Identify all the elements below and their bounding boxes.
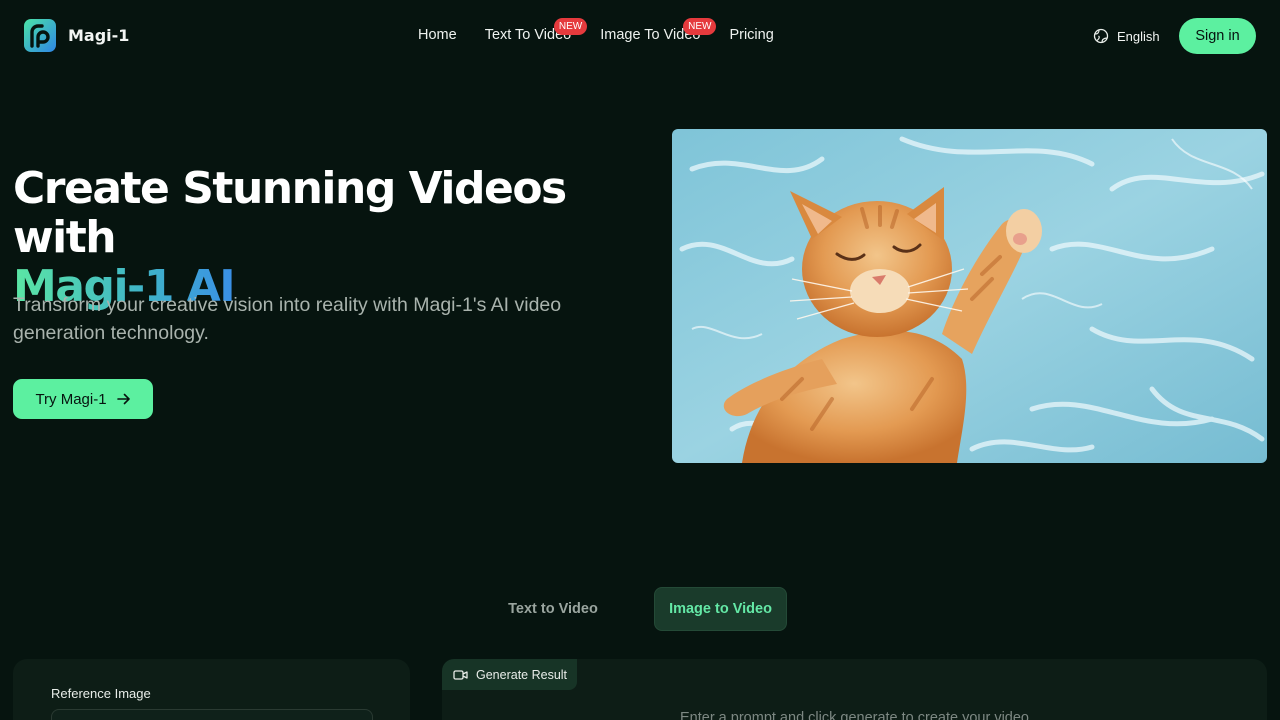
result-placeholder-text: Enter a prompt and click generate to cre… xyxy=(680,710,1029,720)
hero-subtitle: Transform your creative vision into real… xyxy=(13,294,562,344)
language-label: English xyxy=(1117,28,1160,44)
main-nav: Home Text To Video NEW Image To Video NE… xyxy=(418,18,802,43)
tab-image-to-video[interactable]: Image to Video xyxy=(654,587,787,631)
nav-link-text-to-video[interactable]: Text To Video NEW xyxy=(485,18,588,43)
globe-icon xyxy=(1093,28,1109,44)
nav-link-image-to-video[interactable]: Image To Video NEW xyxy=(600,18,717,43)
tab-text-to-video[interactable]: Text to Video xyxy=(488,587,618,631)
generate-result-tab: Generate Result xyxy=(442,659,577,690)
try-magi-label: Try Magi-1 xyxy=(35,390,107,408)
hero-title: Create Stunning Videos with Magi-1 AI xyxy=(13,164,653,311)
reference-image-dropzone[interactable] xyxy=(51,709,373,720)
brand-name: Magi-1 xyxy=(68,26,130,45)
cat-in-water-image xyxy=(672,129,1267,463)
reference-image-panel: Reference Image xyxy=(13,659,410,720)
language-selector[interactable]: English xyxy=(1093,28,1160,44)
reference-image-label: Reference Image xyxy=(51,686,151,701)
nav-link-home[interactable]: Home xyxy=(418,27,457,43)
nav-link-pricing[interactable]: Pricing xyxy=(729,27,773,43)
hero-title-line1: Create Stunning Videos with xyxy=(13,163,567,263)
generate-result-label: Generate Result xyxy=(476,667,568,682)
video-camera-icon xyxy=(453,669,468,680)
arrow-right-icon xyxy=(116,393,130,405)
new-badge: NEW xyxy=(683,18,717,35)
brand-logo[interactable]: Magi-1 xyxy=(24,19,129,52)
try-magi-button[interactable]: Try Magi-1 xyxy=(13,379,153,419)
generate-result-panel: Generate Result Enter a prompt and click… xyxy=(442,659,1267,720)
top-nav: Magi-1 Home Text To Video NEW Image To V… xyxy=(0,0,1280,72)
magi-logo-icon xyxy=(24,19,56,52)
hero-video-preview[interactable] xyxy=(672,129,1267,463)
new-badge: NEW xyxy=(553,18,588,35)
sign-in-button[interactable]: Sign in xyxy=(1179,18,1256,54)
